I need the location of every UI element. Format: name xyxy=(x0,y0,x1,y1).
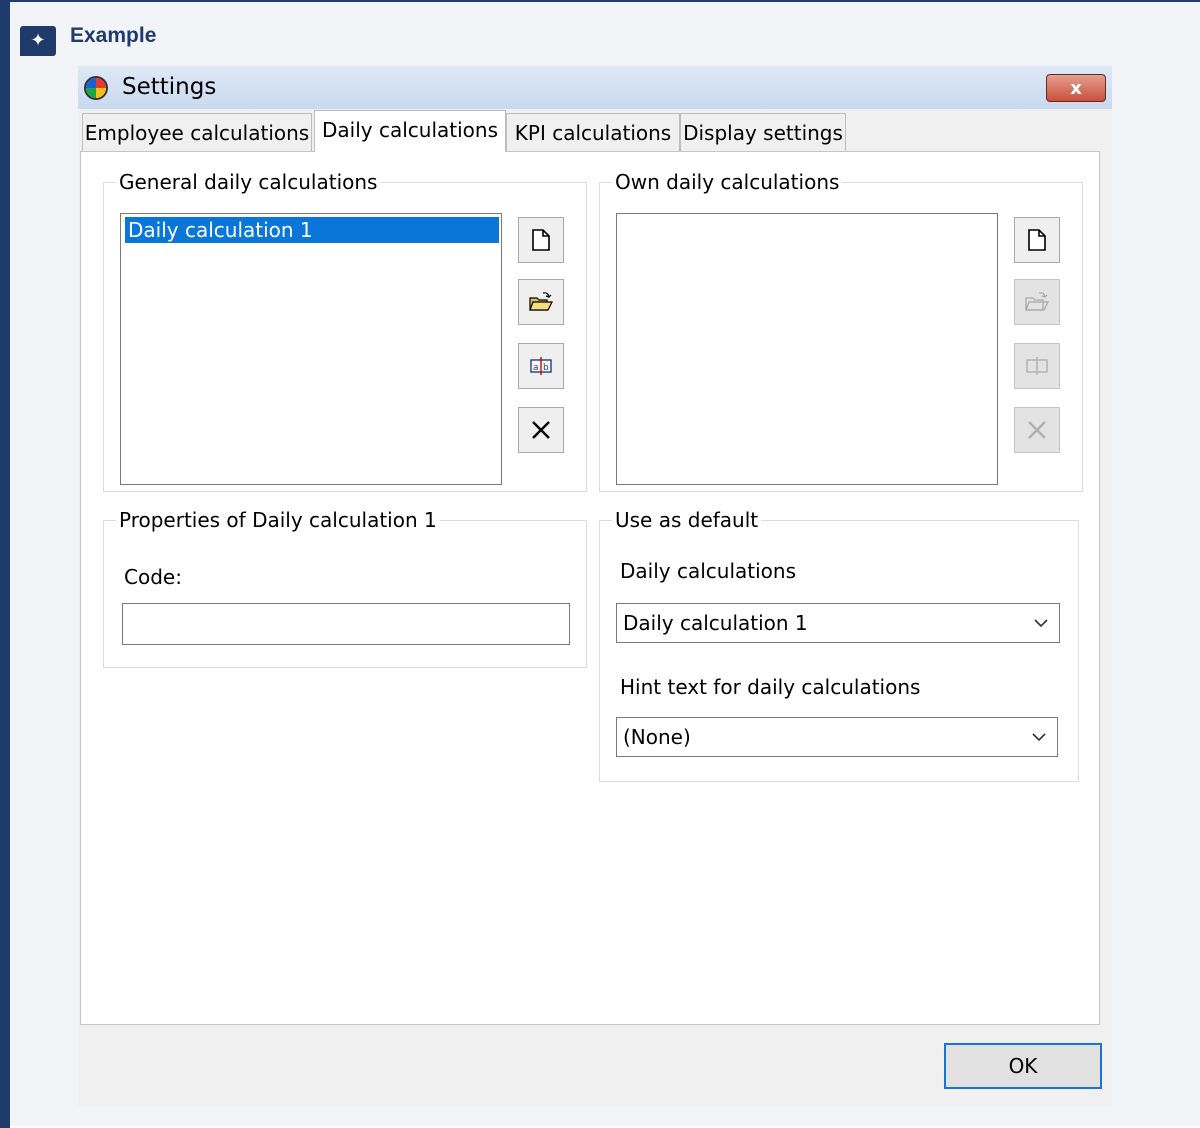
tab-kpi-calculations[interactable]: KPI calculations xyxy=(506,113,680,151)
open-folder-icon xyxy=(529,292,553,311)
code-label: Code: xyxy=(124,565,182,589)
title-bar: Settings x xyxy=(78,66,1112,109)
tab-display-settings[interactable]: Display settings xyxy=(680,113,846,151)
own-calculations-list[interactable] xyxy=(616,213,998,485)
close-icon: x xyxy=(1070,78,1082,99)
delete-icon xyxy=(532,421,550,439)
color-wheel-icon xyxy=(84,76,108,100)
daily-calculations-select[interactable]: Daily calculation 1 xyxy=(616,603,1060,643)
own-delete-button[interactable] xyxy=(1014,407,1060,453)
chevron-down-icon xyxy=(1032,733,1046,742)
general-open-button[interactable] xyxy=(518,279,564,325)
general-delete-button[interactable] xyxy=(518,407,564,453)
hint-text-select[interactable]: (None) xyxy=(616,717,1058,757)
hint-text-select-value: (None) xyxy=(623,725,691,749)
hint-text-label: Hint text for daily calculations xyxy=(620,675,921,699)
general-calculations-list[interactable]: Daily calculation 1 xyxy=(120,213,502,485)
general-new-button[interactable] xyxy=(518,217,564,263)
properties-group: Properties of Daily calculation 1 Code: xyxy=(103,508,587,668)
general-daily-calculations-group: General daily calculations Daily calcula… xyxy=(103,170,587,492)
own-daily-calculations-group: Own daily calculations xyxy=(599,170,1083,492)
delete-icon xyxy=(1028,421,1046,439)
chevron-down-icon xyxy=(1034,619,1048,628)
ok-button-label: OK xyxy=(1008,1054,1038,1078)
daily-calculations-label: Daily calculations xyxy=(620,559,796,583)
own-group-legend: Own daily calculations xyxy=(612,170,843,194)
use-as-default-group: Use as default Daily calculations Daily … xyxy=(599,508,1079,782)
callout-accent-bar xyxy=(0,2,10,1128)
properties-group-legend: Properties of Daily calculation 1 xyxy=(116,508,440,532)
window-title: Settings xyxy=(122,74,217,100)
svg-text:a: a xyxy=(533,363,539,373)
rename-icon: ab xyxy=(530,357,552,375)
tab-employee-calculations[interactable]: Employee calculations xyxy=(82,113,312,151)
rename-icon xyxy=(1026,357,1048,375)
defaults-group-legend: Use as default xyxy=(612,508,762,532)
ok-button[interactable]: OK xyxy=(944,1043,1102,1089)
new-document-icon xyxy=(1028,229,1046,251)
open-folder-icon xyxy=(1025,292,1049,311)
code-input[interactable] xyxy=(122,603,570,645)
daily-calculations-panel: General daily calculations Daily calcula… xyxy=(80,151,1100,1025)
svg-text:b: b xyxy=(543,363,549,373)
close-button[interactable]: x xyxy=(1046,74,1106,102)
list-item[interactable]: Daily calculation 1 xyxy=(125,217,499,243)
own-rename-button[interactable] xyxy=(1014,343,1060,389)
general-group-legend: General daily calculations xyxy=(116,170,381,194)
settings-window: Settings x Employee calculations Daily c… xyxy=(78,66,1112,1106)
own-new-button[interactable] xyxy=(1014,217,1060,263)
own-open-button[interactable] xyxy=(1014,279,1060,325)
general-rename-button[interactable]: ab xyxy=(518,343,564,389)
tab-daily-calculations[interactable]: Daily calculations xyxy=(314,110,506,152)
callout-title: Example xyxy=(70,24,157,47)
sparkle-icon: ✦ xyxy=(20,26,56,56)
daily-calculations-select-value: Daily calculation 1 xyxy=(623,611,808,635)
new-document-icon xyxy=(532,229,550,251)
